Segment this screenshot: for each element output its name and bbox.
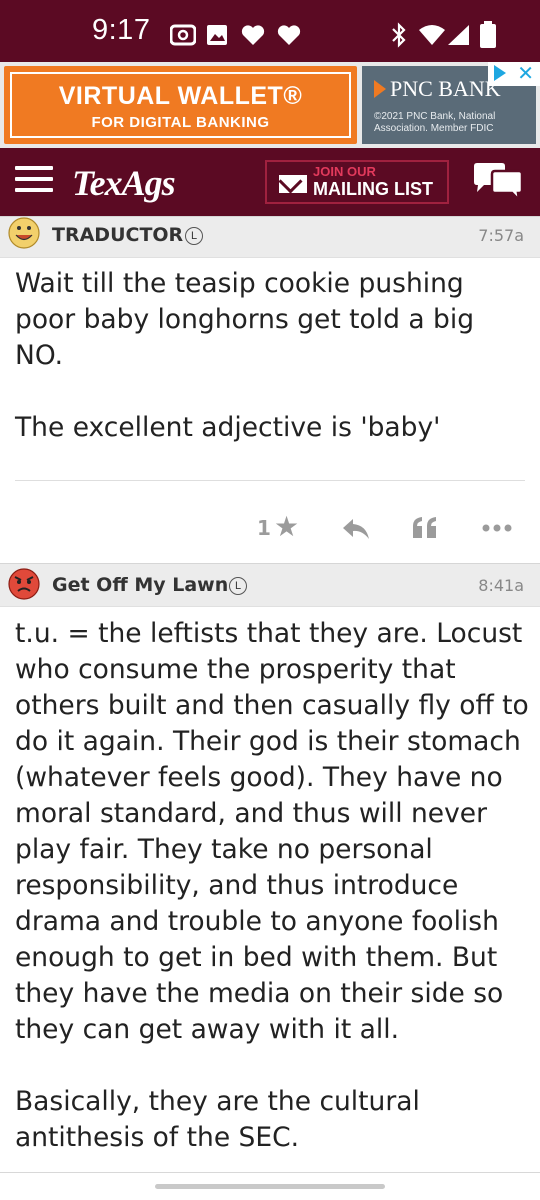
- post-divider: [0, 1172, 540, 1173]
- like-count: 1: [257, 516, 271, 540]
- reply-icon[interactable]: [342, 518, 370, 540]
- signal-icon: [448, 25, 469, 45]
- ad-choices[interactable]: ✕: [488, 62, 540, 86]
- adchoices-icon[interactable]: [494, 65, 506, 81]
- close-ad-icon[interactable]: ✕: [517, 61, 534, 86]
- ad-virtual-wallet[interactable]: VIRTUAL WALLET® FOR DIGITAL BANKING: [4, 66, 357, 144]
- post-time: 7:57a: [478, 226, 524, 245]
- ad-subtitle: FOR DIGITAL BANKING: [91, 114, 270, 131]
- star-icon[interactable]: ★: [274, 510, 299, 543]
- wifi-icon: [419, 25, 445, 45]
- post-divider: [15, 480, 525, 481]
- post-actions: 1 ★: [0, 510, 540, 550]
- ad-frame: VIRTUAL WALLET® FOR DIGITAL BANKING: [10, 72, 351, 138]
- status-time: 9:17: [92, 14, 151, 46]
- ad-title: VIRTUAL WALLET®: [58, 82, 303, 110]
- battery-icon: [480, 21, 496, 48]
- smiley-avatar[interactable]: [8, 217, 40, 249]
- lifetime-badge: L: [185, 227, 203, 245]
- pnc-brand: PNC BANK: [390, 76, 501, 101]
- menu-icon[interactable]: [15, 166, 53, 196]
- site-logo[interactable]: TexAgs: [72, 162, 176, 204]
- pnc-arrow-icon: [374, 80, 386, 98]
- status-bar: 9:17: [0, 0, 540, 62]
- image-icon: [207, 25, 227, 45]
- post-username[interactable]: TRADUCTOR: [52, 224, 183, 246]
- site-header: TexAgs JOIN OUR MAILING LIST: [0, 148, 540, 217]
- post-username[interactable]: Get Off My Lawn: [52, 574, 228, 596]
- pnc-legal-text: ©2021 PNC Bank, National Association. Me…: [374, 111, 496, 134]
- heart-icon: [277, 25, 301, 45]
- pnc-logo: PNC BANK: [374, 76, 501, 102]
- gesture-nav-handle[interactable]: [155, 1184, 385, 1189]
- ad-banner[interactable]: VIRTUAL WALLET® FOR DIGITAL BANKING PNC …: [0, 62, 540, 148]
- envelope-icon: [279, 175, 307, 193]
- angry-face-avatar[interactable]: [8, 568, 40, 600]
- join-label: JOIN OUR: [313, 164, 376, 179]
- bluetooth-icon: [392, 22, 406, 48]
- post-time: 8:41a: [478, 576, 524, 595]
- radio-icon: [170, 24, 196, 46]
- mailing-list-label: MAILING LIST: [313, 179, 433, 199]
- mailing-list-button[interactable]: JOIN OUR MAILING LIST: [265, 160, 449, 204]
- quote-icon[interactable]: [412, 516, 438, 540]
- post-header: TRADUCTOR L 7:57a: [0, 216, 540, 258]
- post-body: t.u. = the leftists that they are. Locus…: [15, 618, 529, 1153]
- lifetime-badge: L: [229, 577, 247, 595]
- post-header: Get Off My Lawn L 8:41a: [0, 563, 540, 607]
- post-body: Wait till the teasip cookie pushing poor…: [15, 268, 475, 443]
- heart-icon: [241, 25, 265, 45]
- chat-icon[interactable]: [472, 162, 524, 202]
- more-options-icon[interactable]: [482, 524, 512, 532]
